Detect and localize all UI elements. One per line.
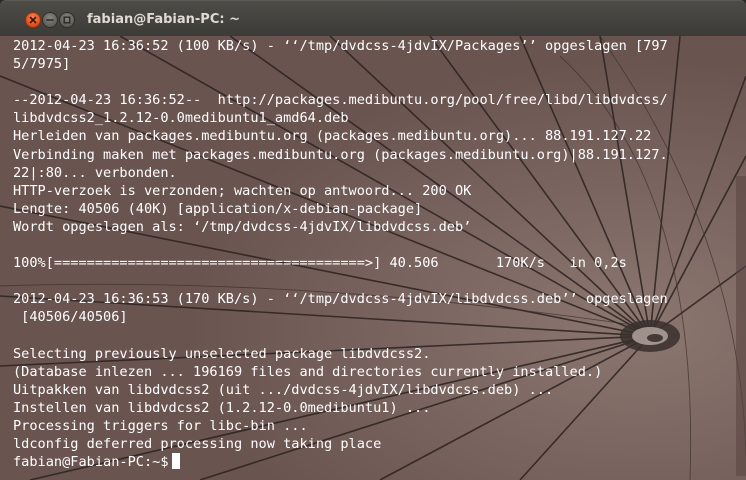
output-line: Herleiden van packages.medibuntu.org (pa… <box>13 128 652 145</box>
output-line: Uitpakken van libdvdcss2 (uit .../dvdcss… <box>13 381 554 398</box>
output-line: Processing triggers for libc-bin ... <box>13 417 308 434</box>
close-button[interactable] <box>25 12 41 28</box>
terminal-output: 2012-04-23 16:36:52 (100 KB/s) - ‘‘/tmp/… <box>13 37 668 471</box>
output-line: 2012-04-23 16:36:52 (100 KB/s) - ‘‘/tmp/… <box>13 38 668 54</box>
title-bar[interactable]: fabian@Fabian-PC: ~ <box>0 0 746 36</box>
window-title: fabian@Fabian-PC: ~ <box>87 12 240 27</box>
output-line: libdvdcss2_1.2.12-0.0medibuntu1_amd64.de… <box>13 110 349 127</box>
minimize-button[interactable] <box>42 12 58 28</box>
output-line: [40506/40506] <box>13 309 128 326</box>
text-cursor <box>171 453 180 470</box>
output-line: --2012-04-23 16:36:52-- http://packages.… <box>13 92 668 109</box>
maximize-icon <box>63 16 71 24</box>
terminal-view[interactable]: 2012-04-23 16:36:52 (100 KB/s) - ‘‘/tmp/… <box>0 36 746 480</box>
output-line: ldconfig deferred processing now taking … <box>13 436 382 453</box>
output-line: Lengte: 40506 (40K) [application/x-debia… <box>13 200 423 217</box>
output-line: Instellen van libdvdcss2 (1.2.12-0.0medi… <box>13 399 431 416</box>
output-line: HTTP-verzoek is verzonden; wachten op an… <box>13 182 472 199</box>
output-line: Selecting previously unselected package … <box>13 345 431 362</box>
download-progress-line: 100%[===================================… <box>13 255 627 272</box>
output-line: 22|:80... verbonden. <box>13 164 177 181</box>
output-line: (Database inlezen ... 196169 files and d… <box>13 363 603 380</box>
output-line: 2012-04-23 16:36:53 (170 KB/s) - ‘‘/tmp/… <box>13 291 668 308</box>
shell-prompt: fabian@Fabian-PC:~$ <box>13 454 169 471</box>
prompt-line[interactable]: fabian@Fabian-PC:~$ <box>13 453 668 471</box>
output-line: 5/7975] <box>13 56 71 73</box>
output-line: Wordt opgeslagen als: ‘/tmp/dvdcss-4jdvI… <box>13 218 472 235</box>
maximize-button[interactable] <box>59 12 75 28</box>
terminal-window: fabian@Fabian-PC: ~ 2012-04-23 16:36:52 … <box>0 0 746 480</box>
output-line: Verbinding maken met packages.medibuntu.… <box>13 146 668 163</box>
close-icon <box>29 16 37 24</box>
minimize-icon <box>46 19 54 21</box>
